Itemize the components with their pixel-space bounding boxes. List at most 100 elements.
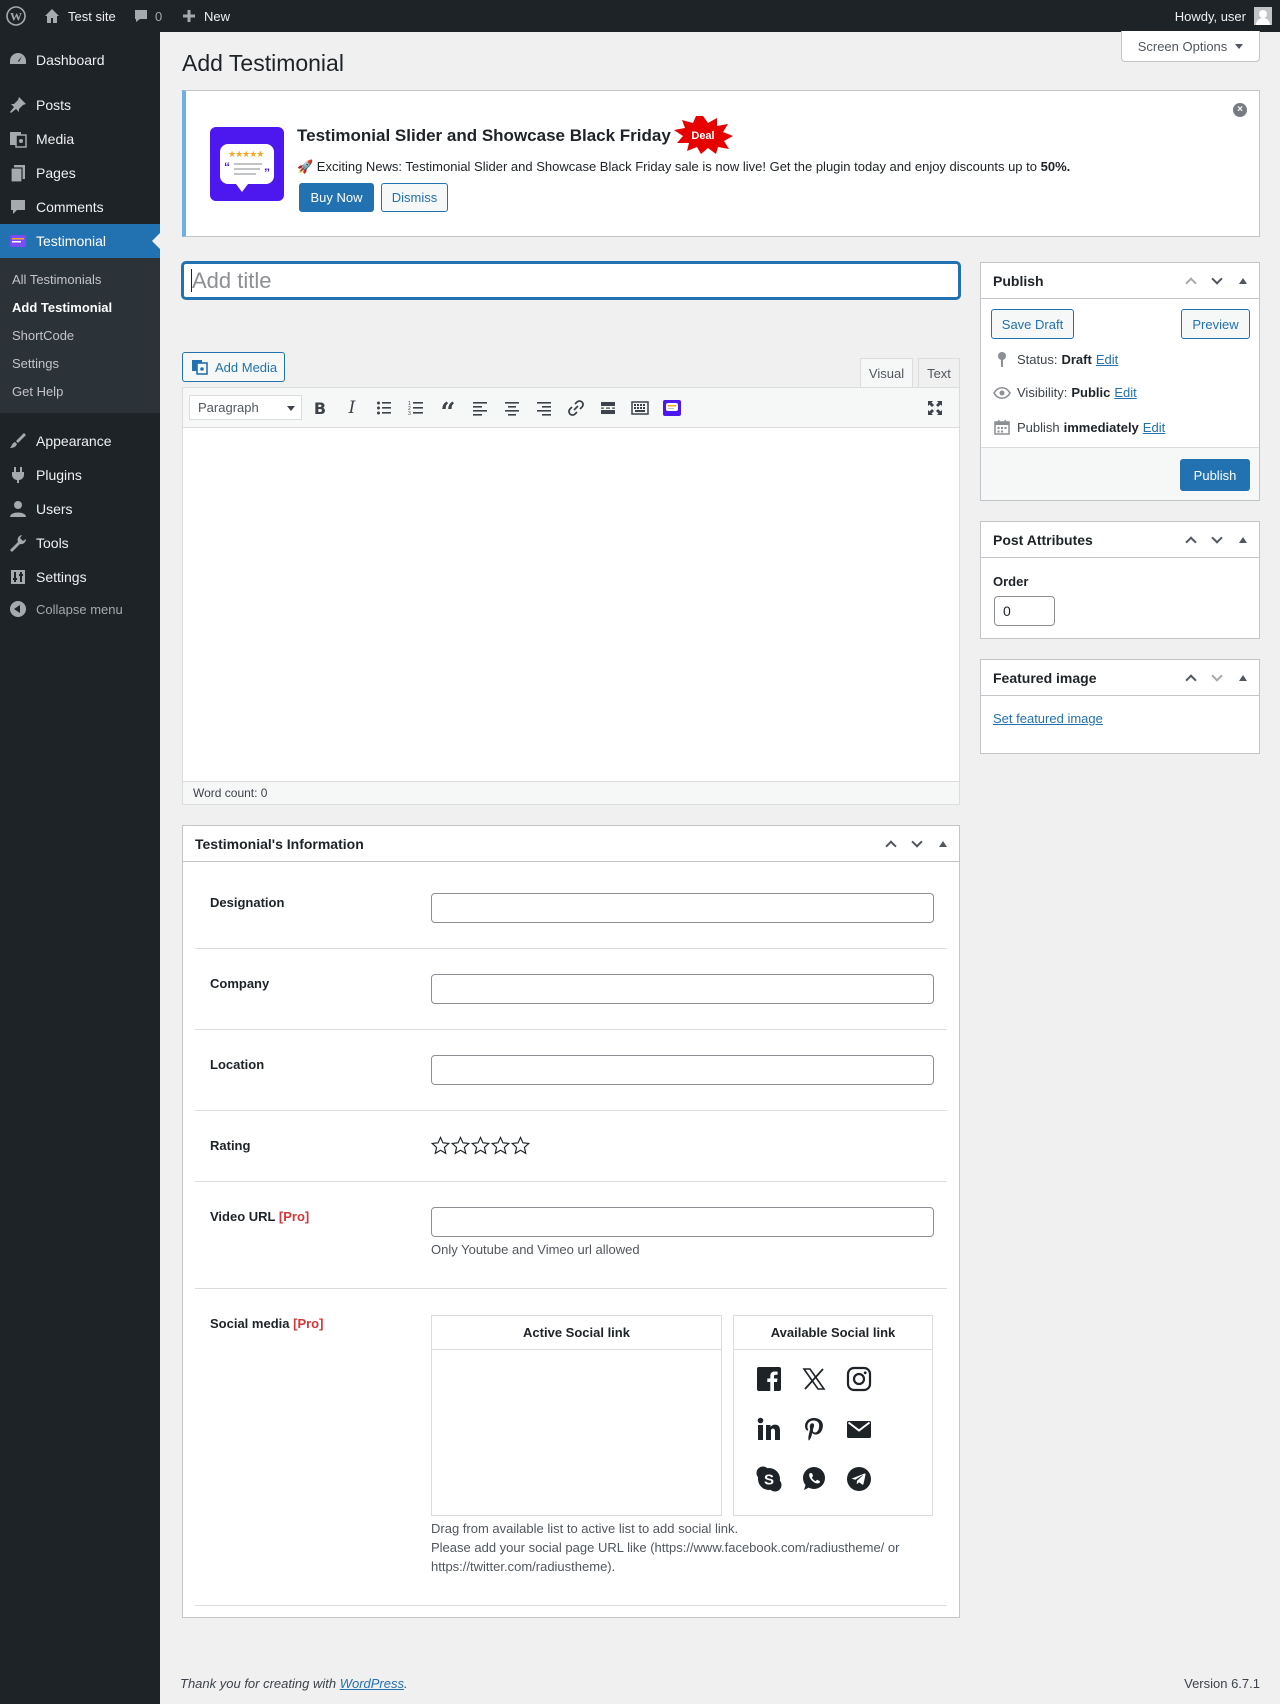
pin-icon — [991, 351, 1013, 367]
submenu-settings[interactable]: Settings — [12, 356, 59, 371]
pinterest-icon[interactable] — [799, 1414, 829, 1444]
menu-comments[interactable]: Comments — [0, 190, 160, 224]
close-icon[interactable]: × — [1233, 103, 1247, 117]
move-up-icon[interactable] — [881, 834, 901, 854]
wordpress-link[interactable]: WordPress — [340, 1676, 404, 1691]
video-url-hint: Only Youtube and Vimeo url allowed — [431, 1242, 640, 1257]
move-up-icon[interactable] — [1181, 271, 1201, 291]
add-media-button[interactable]: Add Media — [182, 352, 285, 382]
company-input[interactable] — [431, 974, 934, 1004]
menu-media[interactable]: Media — [0, 122, 160, 156]
move-up-icon[interactable] — [1181, 530, 1201, 550]
move-down-icon[interactable] — [1207, 271, 1227, 291]
menu-dashboard[interactable]: Dashboard — [0, 43, 160, 77]
read-more-icon[interactable] — [596, 396, 620, 420]
my-account-link[interactable]: Howdy, user — [1175, 0, 1272, 32]
linkedin-icon[interactable] — [754, 1414, 784, 1444]
video-url-input[interactable] — [431, 1207, 934, 1237]
designation-input[interactable] — [431, 893, 934, 923]
comments-link[interactable]: 0 — [133, 0, 162, 32]
star-icon[interactable] — [511, 1136, 530, 1155]
publish-box: Publish Save Draft Preview Status: Draft E… — [980, 262, 1260, 501]
align-left-icon[interactable] — [468, 396, 492, 420]
star-icon[interactable] — [471, 1136, 490, 1155]
whatsapp-icon[interactable] — [799, 1464, 829, 1494]
social-media-label: Social media [Pro] — [210, 1316, 324, 1331]
site-name-link[interactable]: Test site — [44, 0, 116, 32]
video-url-label: Video URL [Pro] — [210, 1209, 310, 1224]
post-title-input[interactable] — [182, 262, 960, 299]
link-icon[interactable] — [564, 396, 588, 420]
toggle-panel-icon[interactable] — [1233, 668, 1253, 688]
move-down-icon[interactable] — [1207, 668, 1227, 688]
submenu-all-testimonials[interactable]: All Testimonials — [12, 272, 101, 287]
fullscreen-icon[interactable] — [923, 396, 947, 420]
howdy-text: Howdy, user — [1174, 8, 1246, 24]
align-center-icon[interactable] — [500, 396, 524, 420]
star-icon[interactable] — [491, 1136, 510, 1155]
menu-pages[interactable]: Pages — [0, 156, 160, 190]
collapse-menu-button[interactable]: Collapse menu — [0, 592, 160, 626]
tab-text[interactable]: Text — [918, 358, 960, 387]
toggle-panel-icon[interactable] — [933, 834, 953, 854]
facebook-icon[interactable] — [754, 1364, 784, 1394]
submenu-get-help[interactable]: Get Help — [12, 384, 63, 399]
edit-status-link[interactable]: Edit — [1096, 352, 1118, 367]
x-icon[interactable] — [799, 1364, 829, 1394]
telegram-icon[interactable] — [844, 1464, 874, 1494]
testimonial-shortcode-icon[interactable] — [660, 396, 684, 420]
email-icon[interactable] — [844, 1414, 874, 1444]
menu-tools[interactable]: Tools — [0, 526, 160, 560]
star-icon[interactable] — [431, 1136, 450, 1155]
location-label: Location — [210, 1057, 265, 1072]
edit-visibility-link[interactable]: Edit — [1114, 385, 1136, 400]
preview-button[interactable]: Preview — [1181, 309, 1250, 339]
move-down-icon[interactable] — [1207, 530, 1227, 550]
submenu-add-testimonial[interactable]: Add Testimonial — [12, 300, 112, 315]
bulleted-list-icon[interactable] — [372, 396, 396, 420]
menu-plugins[interactable]: Plugins — [0, 458, 160, 492]
buy-now-button[interactable]: Buy Now — [299, 183, 374, 212]
toggle-panel-icon[interactable] — [1233, 530, 1253, 550]
admin-sidebar: Dashboard Posts Media Pages Comments Tes… — [0, 32, 160, 1704]
move-down-icon[interactable] — [907, 834, 927, 854]
home-icon — [44, 8, 60, 24]
new-content-link[interactable]: New — [182, 0, 230, 32]
order-label: Order — [993, 574, 1029, 589]
calendar-icon — [991, 419, 1013, 435]
set-featured-image-link[interactable]: Set featured image — [993, 711, 1103, 726]
edit-publish-date-link[interactable]: Edit — [1143, 420, 1165, 435]
menu-testimonial[interactable]: Testimonial — [0, 224, 160, 258]
bold-icon[interactable]: B — [308, 396, 332, 420]
menu-appearance[interactable]: Appearance — [0, 424, 160, 458]
menu-settings[interactable]: Settings — [0, 560, 160, 594]
dismiss-button[interactable]: Dismiss — [381, 183, 448, 212]
publish-button[interactable]: Publish — [1180, 459, 1250, 491]
menu-posts[interactable]: Posts — [0, 88, 160, 122]
eye-icon — [991, 386, 1013, 400]
submenu-shortcode[interactable]: ShortCode — [12, 328, 74, 343]
move-up-icon[interactable] — [1181, 668, 1201, 688]
skype-icon[interactable]: S — [754, 1464, 784, 1494]
order-input[interactable]: 0 — [994, 596, 1055, 626]
format-select[interactable]: Paragraph — [189, 395, 302, 420]
screen-options-button[interactable]: Screen Options — [1121, 31, 1260, 62]
wordpress-logo-icon[interactable]: W — [6, 0, 26, 32]
keyboard-icon[interactable] — [628, 396, 652, 420]
blockquote-icon[interactable]: “ — [436, 396, 460, 426]
plug-icon — [0, 465, 36, 485]
tab-visual[interactable]: Visual — [860, 358, 913, 388]
pro-badge: [Pro] — [293, 1316, 324, 1331]
toggle-panel-icon[interactable] — [1233, 271, 1253, 291]
star-icon[interactable] — [451, 1136, 470, 1155]
instagram-icon[interactable] — [844, 1364, 874, 1394]
save-draft-button[interactable]: Save Draft — [991, 309, 1074, 339]
italic-icon[interactable]: I — [340, 396, 364, 420]
admin-bar: W Test site 0 New Howdy, user — [0, 0, 1280, 32]
active-social-list[interactable]: Active Social link — [431, 1315, 722, 1516]
notice-message: 🚀 Exciting News: Testimonial Slider and … — [297, 159, 1071, 174]
location-input[interactable] — [431, 1055, 934, 1085]
menu-users[interactable]: Users — [0, 492, 160, 526]
numbered-list-icon[interactable]: 123 — [404, 396, 428, 420]
align-right-icon[interactable] — [532, 396, 556, 420]
